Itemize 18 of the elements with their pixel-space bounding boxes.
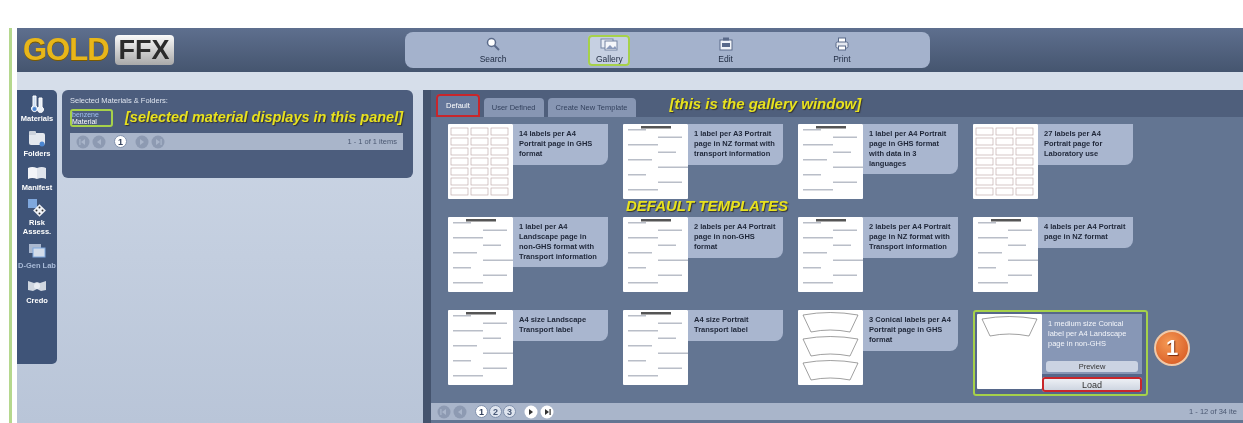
document-edit-icon	[718, 37, 733, 51]
pictures-icon	[600, 37, 619, 51]
step-badge: 1	[1154, 330, 1190, 367]
printer-icon	[834, 37, 849, 51]
annotation-text: DEFAULT TEMPLATES	[626, 197, 788, 214]
annotation-text: [selected material displays in this panel]	[125, 110, 403, 126]
toolbar-button[interactable]: Edit	[704, 34, 747, 66]
toolbar-button[interactable]: Print	[820, 34, 863, 66]
windows-icon	[27, 241, 47, 261]
logo-badge: FFX	[114, 35, 174, 65]
load-button[interactable]: Load	[1042, 377, 1142, 393]
toolbar-button[interactable]: Gallery	[588, 34, 631, 66]
search-icon	[486, 37, 501, 51]
toolbar-button[interactable]: Search	[472, 34, 515, 66]
folder-icon	[27, 128, 47, 148]
annotation-text: [this is the gallery window]	[669, 95, 862, 113]
logo-text: GOLD	[23, 32, 109, 68]
dice-icon	[27, 197, 47, 217]
